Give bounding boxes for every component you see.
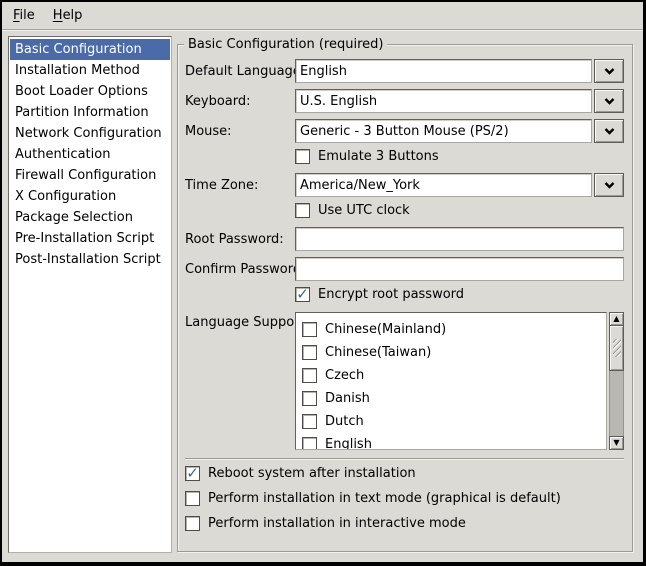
default-language-label: Default Language: <box>185 64 295 79</box>
sidebar-item-post-installation-script[interactable]: Post-Installation Script <box>10 249 170 270</box>
keyboard-dropdown-button[interactable] <box>594 89 624 113</box>
language-chinese-taiwan-checkbox[interactable] <box>302 345 317 360</box>
basic-configuration-frame: Basic Configuration (required) Default L… <box>177 44 633 552</box>
chevron-down-icon <box>604 128 615 135</box>
text-mode-install-checkbox[interactable] <box>185 491 200 506</box>
scrollbar-trough[interactable] <box>610 371 623 437</box>
default-language-dropdown-button[interactable] <box>594 59 624 83</box>
interactive-mode-install-label: Perform installation in interactive mode <box>208 516 466 531</box>
kickstart-configurator-window: File Help Basic Configuration Installati… <box>0 0 646 566</box>
list-item[interactable]: Danish <box>302 387 606 410</box>
language-czech-checkbox[interactable] <box>302 368 317 383</box>
default-language-input[interactable] <box>295 59 592 83</box>
scroll-down-button[interactable]: ▼ <box>609 436 624 450</box>
root-password-label: Root Password: <box>185 232 295 247</box>
language-english-checkbox[interactable] <box>302 437 317 450</box>
mouse-label: Mouse: <box>185 124 295 139</box>
install-options: ✓ Reboot system after installation Perfo… <box>185 466 624 531</box>
chevron-down-icon <box>604 98 615 105</box>
confirm-password-label: Confirm Password: <box>185 262 295 277</box>
encrypt-root-password-checkbox[interactable]: ✓ <box>295 287 310 302</box>
language-support-list: Chinese(Mainland) Chinese(Taiwan) Czech … <box>295 312 624 450</box>
confirm-password-field[interactable] <box>295 257 624 281</box>
time-zone-input[interactable] <box>295 173 592 197</box>
emulate-3-buttons-checkbox[interactable] <box>295 149 310 164</box>
mouse-dropdown-button[interactable] <box>594 119 624 143</box>
menubar: File Help <box>2 2 643 30</box>
menu-help-label: elp <box>63 8 83 23</box>
language-support-label: Language Support: <box>185 312 295 330</box>
use-utc-clock-checkbox[interactable] <box>295 203 310 218</box>
scrollbar-thumb[interactable] <box>609 325 624 371</box>
language-chinese-mainland-label: Chinese(Mainland) <box>325 322 446 337</box>
keyboard-input[interactable] <box>295 89 592 113</box>
list-item[interactable]: Chinese(Taiwan) <box>302 341 606 364</box>
encrypt-root-password-label: Encrypt root password <box>318 287 464 302</box>
frame-legend: Basic Configuration (required) <box>184 37 387 52</box>
reboot-after-install-label: Reboot system after installation <box>208 466 416 481</box>
language-support-listbox: Chinese(Mainland) Chinese(Taiwan) Czech … <box>295 312 607 450</box>
sidebar-item-pre-installation-script[interactable]: Pre-Installation Script <box>10 228 170 249</box>
sidebar-item-installation-method[interactable]: Installation Method <box>10 60 170 81</box>
mouse-combo <box>295 119 624 143</box>
sidebar-item-x-configuration[interactable]: X Configuration <box>10 186 170 207</box>
menu-file-label: ile <box>20 8 35 23</box>
menu-help-mnemonic: H <box>53 8 63 23</box>
sidebar-item-firewall-configuration[interactable]: Firewall Configuration <box>10 165 170 186</box>
default-language-combo <box>295 59 624 83</box>
time-zone-dropdown-button[interactable] <box>594 173 624 197</box>
menu-help[interactable]: Help <box>44 5 92 26</box>
text-mode-install-label: Perform installation in text mode (graph… <box>208 491 561 506</box>
interactive-mode-install-checkbox[interactable] <box>185 516 200 531</box>
scroll-down-icon: ▼ <box>613 439 619 447</box>
scroll-up-icon: ▲ <box>613 315 619 323</box>
time-zone-combo <box>295 173 624 197</box>
keyboard-label: Keyboard: <box>185 94 295 109</box>
language-support-scrollbar[interactable]: ▲ ▼ <box>609 312 624 450</box>
language-dutch-checkbox[interactable] <box>302 414 317 429</box>
language-dutch-label: Dutch <box>325 414 364 429</box>
language-danish-checkbox[interactable] <box>302 391 317 406</box>
scroll-up-button[interactable]: ▲ <box>609 312 624 326</box>
use-utc-clock-label: Use UTC clock <box>318 203 410 218</box>
list-item[interactable]: Dutch <box>302 410 606 433</box>
language-english-label: English <box>325 437 372 450</box>
language-chinese-mainland-checkbox[interactable] <box>302 322 317 337</box>
keyboard-combo <box>295 89 624 113</box>
mouse-input[interactable] <box>295 119 592 143</box>
sidebar-item-basic-configuration[interactable]: Basic Configuration <box>10 39 170 60</box>
chevron-down-icon <box>604 68 615 75</box>
sidebar-item-partition-information[interactable]: Partition Information <box>10 102 170 123</box>
language-czech-label: Czech <box>325 368 364 383</box>
sidebar-item-network-configuration[interactable]: Network Configuration <box>10 123 170 144</box>
sidebar-item-package-selection[interactable]: Package Selection <box>10 207 170 228</box>
reboot-after-install-checkbox[interactable]: ✓ <box>185 466 200 481</box>
list-item[interactable]: English <box>302 433 606 450</box>
sidebar-item-boot-loader-options[interactable]: Boot Loader Options <box>10 81 170 102</box>
sidebar-item-authentication[interactable]: Authentication <box>10 144 170 165</box>
list-item[interactable]: Chinese(Mainland) <box>302 318 606 341</box>
separator <box>185 458 624 460</box>
category-list: Basic Configuration Installation Method … <box>8 36 172 553</box>
emulate-3-buttons-label: Emulate 3 Buttons <box>318 149 439 164</box>
language-danish-label: Danish <box>325 391 370 406</box>
time-zone-label: Time Zone: <box>185 178 295 193</box>
chevron-down-icon <box>604 182 615 189</box>
list-item[interactable]: Czech <box>302 364 606 387</box>
scrollbar-grip-icon <box>613 339 621 357</box>
root-password-field[interactable] <box>295 227 624 251</box>
menu-file[interactable]: File <box>4 5 44 26</box>
language-chinese-taiwan-label: Chinese(Taiwan) <box>325 345 431 360</box>
